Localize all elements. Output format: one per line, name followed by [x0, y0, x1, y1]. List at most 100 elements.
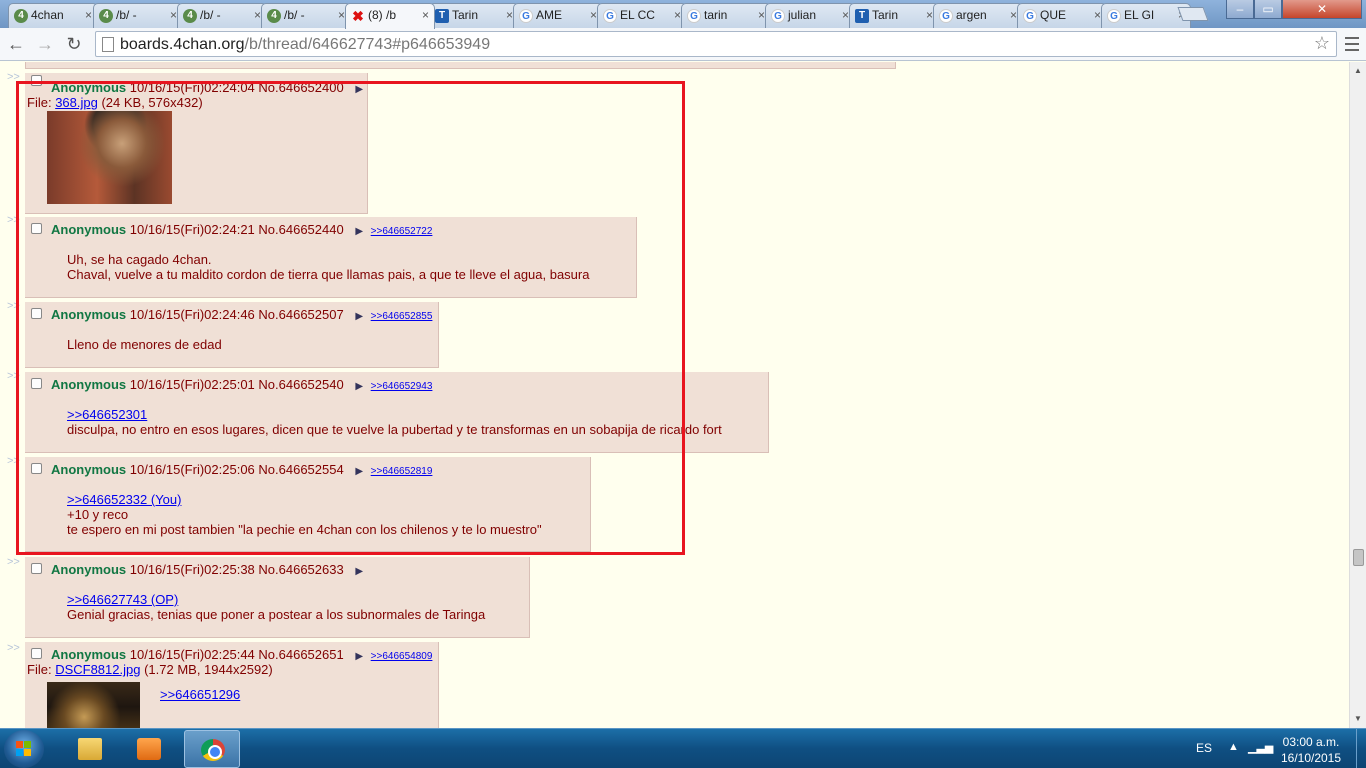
browser-tab[interactable]: G QUE × [1017, 3, 1107, 28]
scroll-down-icon[interactable]: ▼ [1354, 714, 1362, 723]
new-tab-button[interactable] [1177, 7, 1209, 21]
forward-button[interactable]: → [34, 33, 56, 55]
address-bar[interactable]: boards.4chan.org/b/thread/646627743#p646… [95, 31, 1337, 57]
language-indicator[interactable]: ES [1196, 741, 1212, 755]
vertical-scrollbar[interactable]: ▲ ▼ [1349, 62, 1366, 728]
close-icon[interactable]: × [590, 8, 597, 22]
post-checkbox[interactable] [31, 308, 42, 319]
post-message: >>646652301 disculpa, no entro en esos l… [67, 407, 722, 437]
browser-tab[interactable]: 4/b/ - × [177, 3, 267, 28]
post-menu-icon[interactable]: ▶ [355, 311, 363, 322]
poster-name: Anonymous [51, 562, 127, 577]
reply-arrows: >> [7, 642, 20, 654]
poster-name: Anonymous [51, 307, 127, 322]
post-menu-icon[interactable]: ▶ [355, 466, 363, 477]
quote-link[interactable]: >>646651296 [160, 687, 240, 702]
close-icon[interactable]: × [170, 8, 177, 22]
taskbar-media-player-button[interactable] [121, 730, 177, 768]
close-icon[interactable]: × [674, 8, 681, 22]
browser-toolbar: ← → ↻ boards.4chan.org/b/thread/64662774… [0, 28, 1366, 61]
post-menu-icon[interactable]: ▶ [355, 651, 363, 662]
browser-tab[interactable]: Gargen × [933, 3, 1023, 28]
post-menu-icon[interactable]: ▶ [355, 566, 363, 577]
browser-tab[interactable]: G EL CC × [597, 3, 687, 28]
show-desktop-button[interactable] [1356, 729, 1366, 768]
backlink[interactable]: >>646652819 [371, 466, 433, 477]
close-icon[interactable]: × [254, 8, 261, 22]
browser-tab[interactable]: T Tarin × [849, 3, 939, 28]
google-icon: G [519, 9, 533, 23]
back-button[interactable]: ← [5, 33, 27, 55]
browser-tab[interactable]: 4/b/ - × [261, 3, 351, 28]
post-menu-icon[interactable]: ▶ [355, 226, 363, 237]
close-icon[interactable]: × [506, 8, 513, 22]
minimize-button[interactable]: – [1226, 0, 1254, 19]
browser-tab[interactable]: T Tarin × [429, 3, 519, 28]
post-number[interactable]: No.646652554 [258, 462, 343, 477]
post-menu-icon[interactable]: ▶ [355, 381, 363, 392]
close-icon[interactable]: × [85, 8, 92, 22]
file-info: File: DSCF8812.jpg (1.72 MB, 1944x2592) [27, 662, 273, 677]
quote-link[interactable]: >>646652332 (You) [67, 492, 542, 507]
scroll-up-icon[interactable]: ▲ [1354, 66, 1362, 75]
url-text[interactable]: boards.4chan.org/b/thread/646627743#p646… [120, 36, 490, 54]
reply-arrows: >> [7, 455, 20, 467]
system-clock[interactable]: 03:00 a.m. 16/10/2015 [1276, 734, 1346, 766]
reply-arrows: >> [7, 556, 20, 568]
close-icon[interactable]: × [1094, 8, 1101, 22]
backlink[interactable]: >>646652943 [371, 381, 433, 392]
maximize-button[interactable]: ▭ [1254, 0, 1282, 19]
reload-button[interactable]: ↻ [63, 33, 85, 55]
close-icon[interactable]: × [926, 8, 933, 22]
post-image[interactable] [47, 111, 172, 204]
browser-tab[interactable]: 4 4chan × [8, 3, 98, 28]
backlink[interactable]: >>646654809 [371, 651, 433, 662]
file-link[interactable]: DSCF8812.jpg [55, 662, 140, 677]
post-menu-icon[interactable]: ▶ [355, 84, 363, 95]
menu-icon[interactable] [1343, 33, 1361, 55]
post-checkbox[interactable] [31, 378, 42, 389]
post-checkbox[interactable] [31, 563, 42, 574]
post-info: Anonymous 10/16/15(Fri)02:24:04 No.64665… [51, 80, 363, 95]
browser-tab[interactable]: Gjulian × [765, 3, 855, 28]
close-icon[interactable]: × [422, 8, 429, 22]
fourchan-icon: 4 [183, 9, 197, 23]
post-checkbox[interactable] [31, 75, 42, 86]
folder-icon [78, 738, 102, 760]
post-checkbox[interactable] [31, 648, 42, 659]
post-number[interactable]: No.646652633 [258, 562, 343, 577]
media-player-icon [137, 738, 161, 760]
post-number[interactable]: No.646652400 [258, 80, 343, 95]
file-link[interactable]: 368.jpg [55, 95, 98, 110]
post-number[interactable]: No.646652440 [258, 222, 343, 237]
start-button[interactable] [4, 730, 44, 768]
quote-link[interactable]: >>646652301 [67, 407, 722, 422]
post-number[interactable]: No.646652540 [258, 377, 343, 392]
browser-tab[interactable]: Gtarin × [681, 3, 771, 28]
backlink[interactable]: >>646652722 [371, 226, 433, 237]
browser-tab[interactable]: 4/b/ - × [93, 3, 183, 28]
post-checkbox[interactable] [31, 223, 42, 234]
taskbar-chrome-button[interactable] [184, 730, 240, 768]
backlink[interactable]: >>646652855 [371, 311, 433, 322]
window-close-button[interactable]: ✕ [1282, 0, 1362, 19]
close-icon[interactable]: × [758, 8, 765, 22]
post-number[interactable]: No.646652651 [258, 647, 343, 662]
post-number[interactable]: No.646652507 [258, 307, 343, 322]
bookmark-star-icon[interactable]: ☆ [1314, 33, 1330, 54]
taringa-icon: T [435, 9, 449, 23]
post-info: Anonymous 10/16/15(Fri)02:25:38 No.64665… [51, 562, 363, 577]
network-signal-icon[interactable]: ▁▃▅ [1248, 741, 1273, 754]
quote-link[interactable]: >>646627743 (OP) [67, 592, 485, 607]
post-info: Anonymous 10/16/15(Fri)02:24:21 No.64665… [51, 222, 432, 237]
browser-tab[interactable]: G AME × [513, 3, 603, 28]
tray-flag-icon[interactable]: ▲ [1228, 741, 1239, 753]
post-image[interactable] [47, 682, 140, 728]
taskbar-explorer-button[interactable] [62, 730, 118, 768]
post-checkbox[interactable] [31, 463, 42, 474]
close-icon[interactable]: × [338, 8, 345, 22]
scrollbar-thumb[interactable] [1353, 549, 1364, 566]
close-icon[interactable]: × [842, 8, 849, 22]
close-icon[interactable]: × [1010, 8, 1017, 22]
browser-tab-active[interactable]: ✖ (8) /b × [345, 3, 435, 29]
